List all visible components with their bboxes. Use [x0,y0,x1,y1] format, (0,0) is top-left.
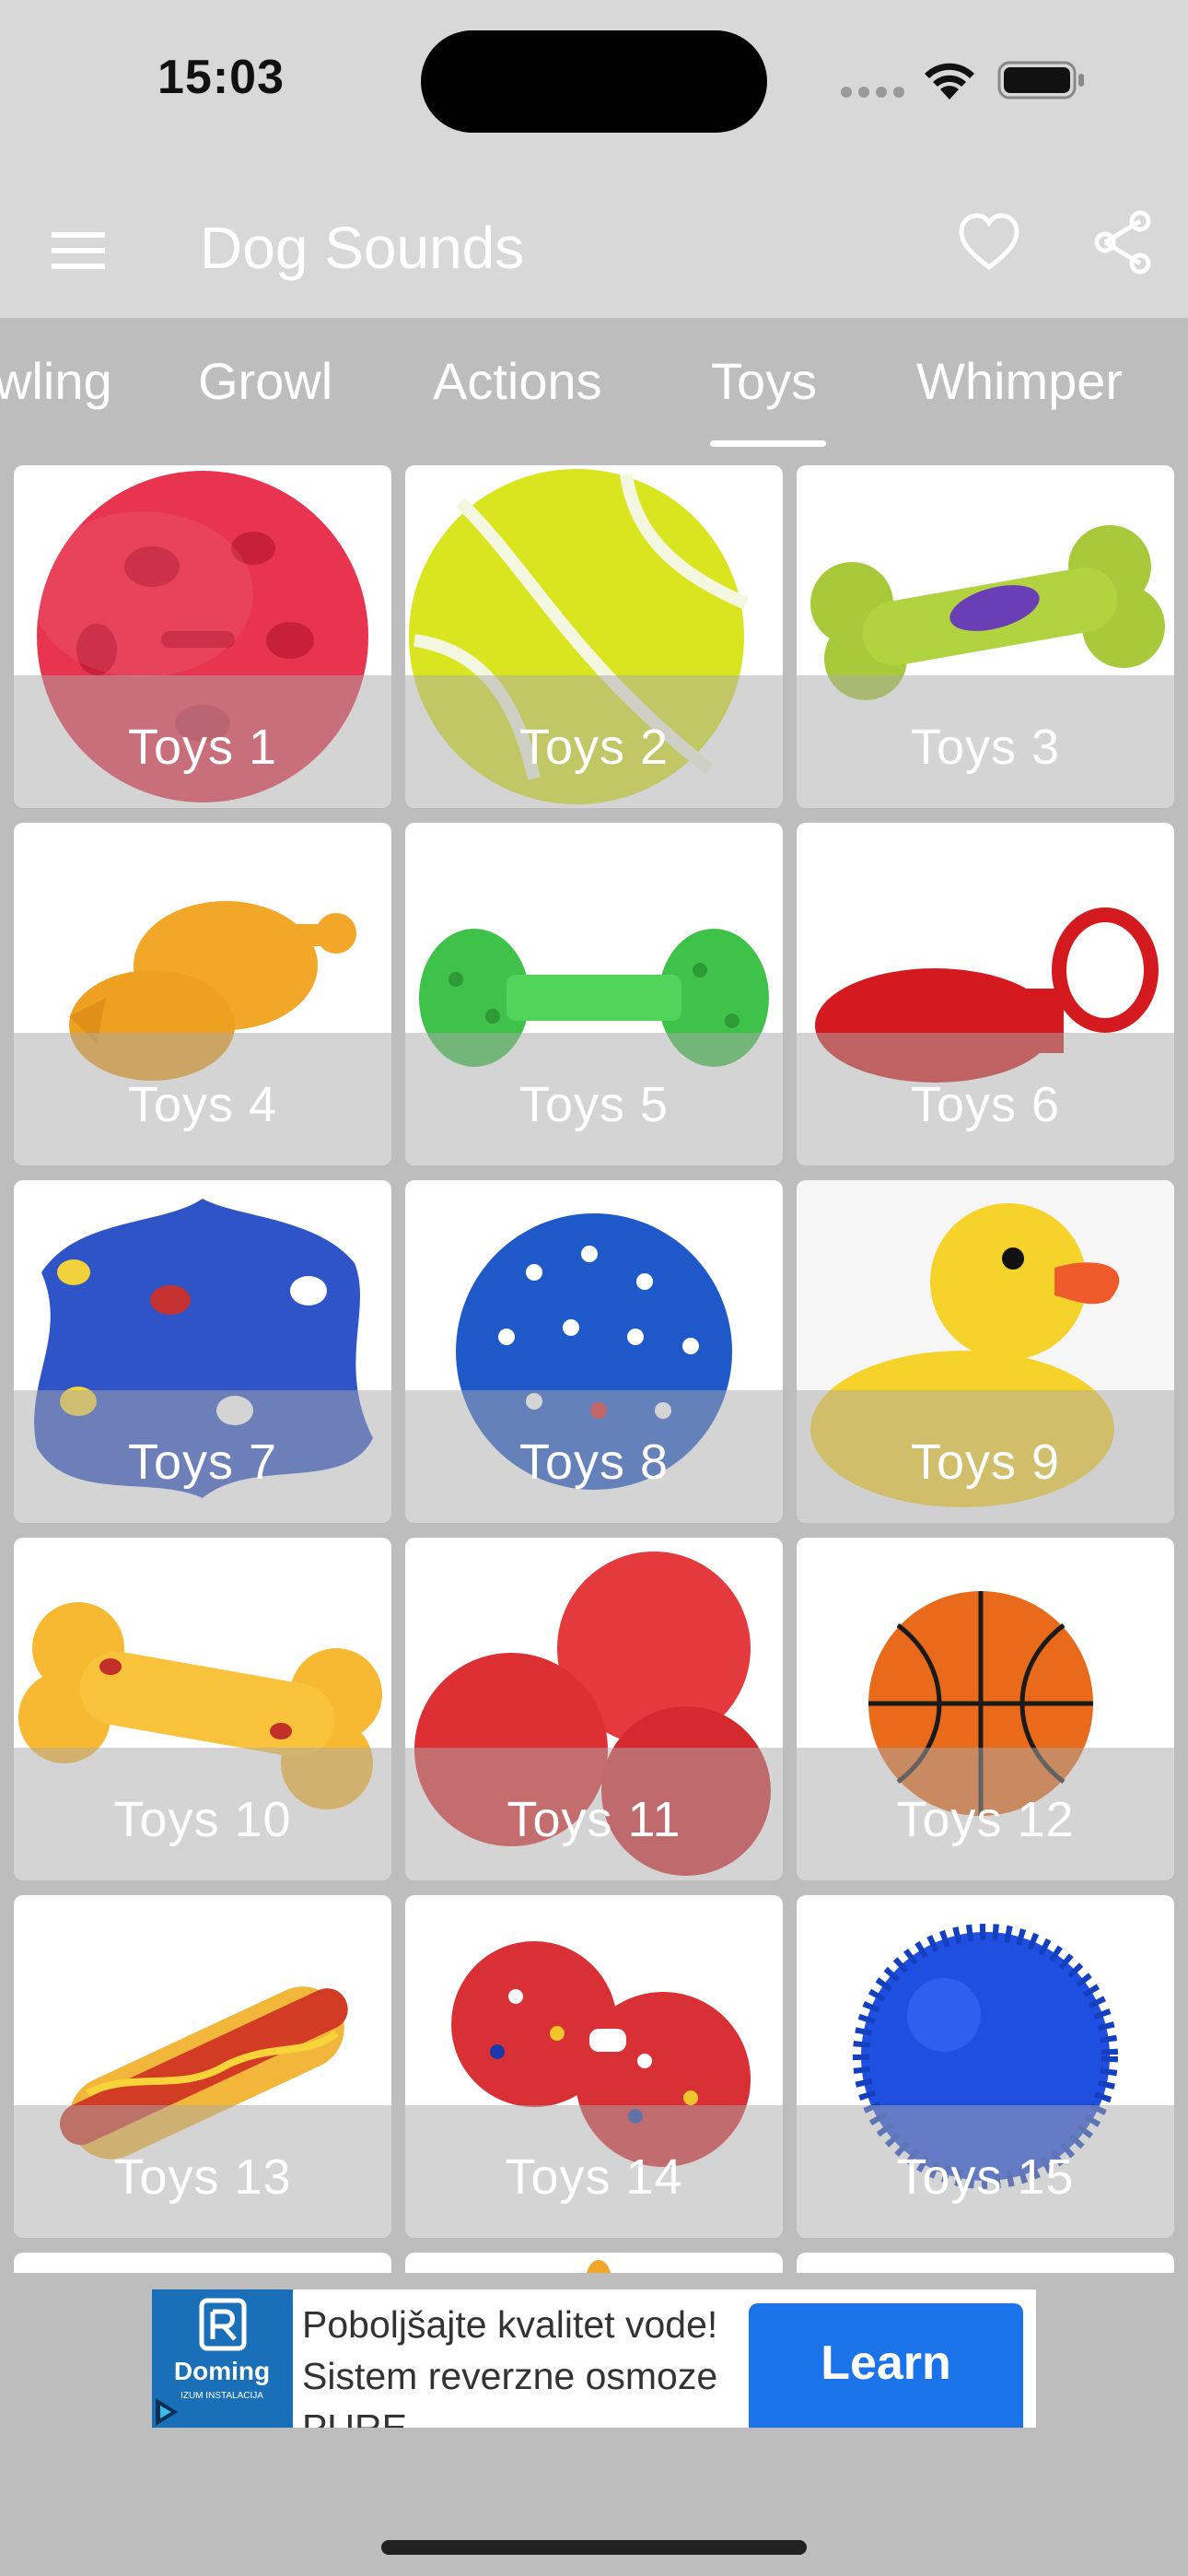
ad-logo: Doming IZUM INSTALACIJA [152,2289,293,2428]
ad-banner[interactable]: Doming IZUM INSTALACIJA Poboljšajte kval… [152,2289,1036,2428]
menu-icon[interactable] [52,225,105,276]
sound-card[interactable]: Toys 2 [405,465,783,808]
card-label: Toys 12 [896,1792,1075,1847]
share-icon[interactable] [1092,209,1155,275]
status-time: 15:03 [157,51,285,104]
cellular-signal-icon [841,87,905,100]
card-label: Toys 10 [113,1792,292,1847]
ad-logo-text: Doming [174,2357,270,2385]
card-label: Toys 3 [910,720,1061,775]
card-label: Toys 11 [507,1792,681,1847]
card-label: Toys 9 [910,1434,1061,1490]
tab-whimper[interactable]: Whimper [916,351,1123,411]
ad-logo-subtext: IZUM INSTALACIJA [181,2391,263,2401]
sound-grid: Toys 1 Toys 2 Toys 3 Toys 4 Toys 5 Toys … [0,451,1188,2273]
ad-text: Poboljšajte kvalitet vode! Sistem reverz… [302,2303,718,2428]
wifi-icon [925,63,974,100]
home-indicator[interactable] [381,2540,807,2555]
selected-tab-indicator [710,440,826,447]
sound-card[interactable]: Toys 14 [405,1895,783,2238]
card-label: Toys 15 [896,2149,1075,2205]
card-label: Toys 8 [518,1434,670,1490]
card-label: Toys 2 [518,720,670,775]
card-label: Toys 1 [127,720,278,775]
app-bar: Dog Sounds [0,184,1188,318]
sound-card[interactable]: Toys 9 [797,1180,1174,1523]
orange-toy-icon [586,2260,611,2273]
category-tab-bar: wling Growl Actions Toys Whimper [0,318,1188,451]
sound-card[interactable]: Toys 4 [14,823,391,1165]
dynamic-island [421,30,767,133]
sound-card[interactable]: Toys 6 [797,823,1174,1165]
battery-icon [997,61,1084,100]
card-label: Toys 4 [127,1077,278,1132]
sound-card[interactable]: Toys 10 [14,1538,391,1880]
tab-growl[interactable]: Growl [198,351,332,411]
sound-card-partial[interactable] [14,2253,391,2273]
tab-toys[interactable]: Toys [711,351,817,411]
sound-card[interactable]: Toys 11 [405,1538,783,1880]
sound-card[interactable]: Toys 8 [405,1180,783,1523]
sound-card[interactable]: Toys 7 [14,1180,391,1523]
card-label: Toys 5 [518,1077,670,1132]
sound-card[interactable]: Toys 15 [797,1895,1174,2238]
sound-card[interactable]: Toys 1 [14,465,391,808]
card-label: Toys 7 [127,1434,278,1490]
tab-actions[interactable]: Actions [433,351,602,411]
doming-logo-icon: Doming IZUM INSTALACIJA [156,2298,270,2426]
sound-card[interactable]: Toys 12 [797,1538,1174,1880]
card-label: Toys 13 [113,2149,292,2205]
heart-icon[interactable] [958,212,1020,275]
sound-card[interactable]: Toys 5 [405,823,783,1165]
app-title: Dog Sounds [200,215,525,281]
sound-card-partial[interactable] [797,2253,1174,2273]
sound-card-partial[interactable] [405,2253,783,2273]
sound-card[interactable]: Toys 13 [14,1895,391,2238]
sound-card[interactable]: Toys 3 [797,465,1174,808]
card-label: Toys 14 [505,2149,683,2205]
tab-howling[interactable]: wling [0,351,112,411]
card-label: Toys 6 [910,1077,1061,1132]
ad-learn-button[interactable]: Learn [749,2303,1023,2428]
status-bar: 15:03 [0,0,1188,184]
